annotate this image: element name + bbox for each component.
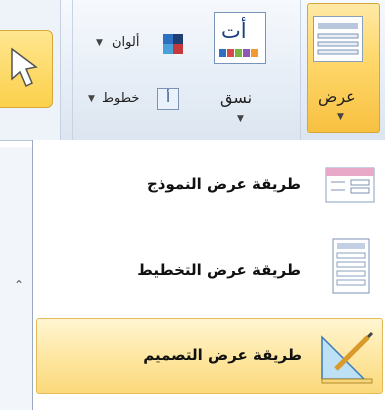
chevron-down-icon: ▼: [337, 112, 344, 122]
colors-icon: [163, 34, 183, 54]
ribbon-separator: [300, 0, 301, 140]
format-label: نسق: [220, 88, 253, 107]
menu-item-label: طريقة عرض التخطيط: [137, 261, 301, 279]
fonts-label: خطوط: [102, 91, 140, 106]
view-label: عرض: [318, 87, 356, 106]
menu-item-label: طريقة عرض التصميم: [143, 346, 302, 364]
collapse-icon[interactable]: ⌃: [14, 278, 24, 292]
fonts-icon: أ: [157, 88, 179, 110]
design-view-icon: [321, 331, 374, 384]
colors-button[interactable]: ▼ ألوان: [86, 32, 212, 56]
nav-pane-edge: ⌃: [0, 147, 33, 410]
chevron-down-icon: ▼: [96, 38, 103, 48]
menu-item-form-view[interactable]: طريقة عرض النموذج: [33, 141, 385, 227]
format-button[interactable]: أت نسق ▼: [210, 2, 296, 128]
menu-item-label: طريقة عرض النموذج: [146, 175, 301, 193]
chevron-down-icon: ▼: [237, 114, 244, 124]
ribbon-separator: [72, 0, 73, 140]
fonts-button[interactable]: ▼ خطوط أ: [86, 88, 212, 112]
chevron-down-icon: ▼: [88, 94, 95, 104]
form-view-icon: [325, 167, 375, 203]
select-pointer-button[interactable]: [0, 30, 53, 108]
menu-item-design-view[interactable]: طريقة عرض التصميم: [36, 318, 383, 394]
layout-view-icon: [332, 238, 370, 294]
view-icon: [313, 16, 363, 62]
menu-item-layout-view[interactable]: طريقة عرض التخطيط: [33, 227, 385, 313]
format-icon: أت: [214, 12, 266, 64]
colors-label: ألوان: [112, 35, 140, 50]
pointer-icon: [11, 47, 38, 88]
